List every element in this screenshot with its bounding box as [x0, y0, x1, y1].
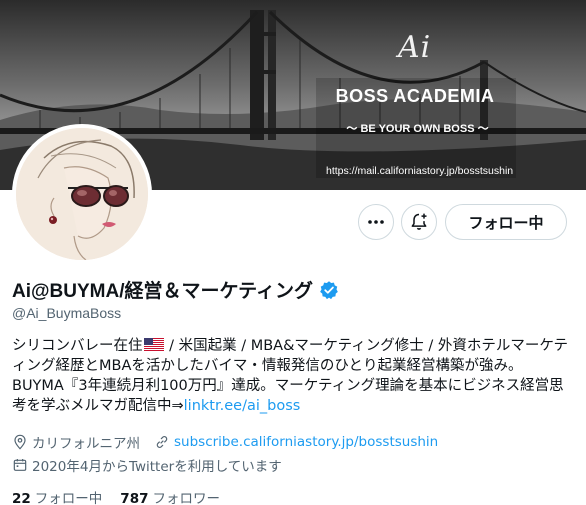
bell-plus-icon	[411, 213, 427, 230]
following-count: 22	[12, 491, 31, 505]
profile-name-row: Ai@BUYMA/経営＆マーケティング	[12, 276, 339, 303]
bio-text: 考を学ぶメルマガ配信中⇒	[12, 398, 184, 414]
following-button[interactable]: フォロー中	[445, 204, 567, 240]
following-label: フォロー中	[34, 491, 103, 505]
banner-url: https://mail.californiastory.jp/bosstsus…	[326, 165, 514, 177]
bio-line-1: シリコンバレー在住 / 米国起業 / MBA&マーケティング修士 / 外資ホテル…	[12, 336, 578, 356]
us-flag-icon	[143, 338, 164, 351]
bio-text: / 米国起業 / MBA&マーケティング修士 / 外資ホテルマーケテ	[164, 338, 569, 354]
profile-bio: シリコンバレー在住 / 米国起業 / MBA&マーケティング修士 / 外資ホテル…	[12, 336, 578, 416]
following-stat[interactable]: 22 フォロー中	[12, 487, 102, 505]
website-link[interactable]: subscribe.californiastory.jp/bosstsushin	[174, 434, 438, 450]
followers-label: フォロワー	[152, 491, 220, 505]
profile-avatar[interactable]	[12, 124, 152, 264]
banner-title: BOSS ACADEMIA	[335, 86, 495, 106]
profile-handle: @Ai_BuymaBoss	[12, 305, 122, 321]
follow-stats: 22 フォロー中 787 フォロワー	[12, 487, 238, 505]
bio-text: シリコンバレー在住	[12, 338, 143, 354]
profile-joined-row: 2020年4月からTwitterを利用しています	[12, 455, 282, 475]
verified-badge-icon[interactable]	[319, 280, 339, 300]
joined-text: 2020年4月からTwitterを利用しています	[32, 459, 282, 475]
brand-script-logo: Ai	[398, 30, 432, 65]
location-pin-icon	[14, 434, 26, 450]
bio-link[interactable]: linktr.ee/ai_boss	[184, 398, 301, 414]
more-dots-icon	[368, 220, 384, 224]
more-button[interactable]	[358, 204, 394, 240]
bio-line-2: ィング経歴とMBAを活かしたバイマ・情報発信のひとり起業経営構築が強み。	[12, 358, 523, 374]
banner-tagline: 〜 BE YOUR OWN BOSS 〜	[346, 123, 489, 135]
bio-line-4: 考を学ぶメルマガ配信中⇒linktr.ee/ai_boss	[12, 396, 578, 416]
followers-count: 787	[120, 491, 149, 505]
avatar-illustration	[16, 128, 148, 260]
bio-line-3: BUYMA『3年連続月利100万円』達成。マーケティング理論を基本にビジネス経営…	[12, 378, 564, 394]
followers-stat[interactable]: 787 フォロワー	[120, 487, 220, 505]
calendar-icon	[13, 459, 27, 471]
location-text: カリフォルニア州	[32, 436, 140, 452]
display-name: Ai@BUYMA/経営＆マーケティング	[12, 281, 313, 302]
link-icon	[156, 436, 168, 448]
notifications-button[interactable]	[401, 204, 437, 240]
profile-meta-row: カリフォルニア州 subscribe.californiastory.jp/bo…	[12, 432, 438, 452]
